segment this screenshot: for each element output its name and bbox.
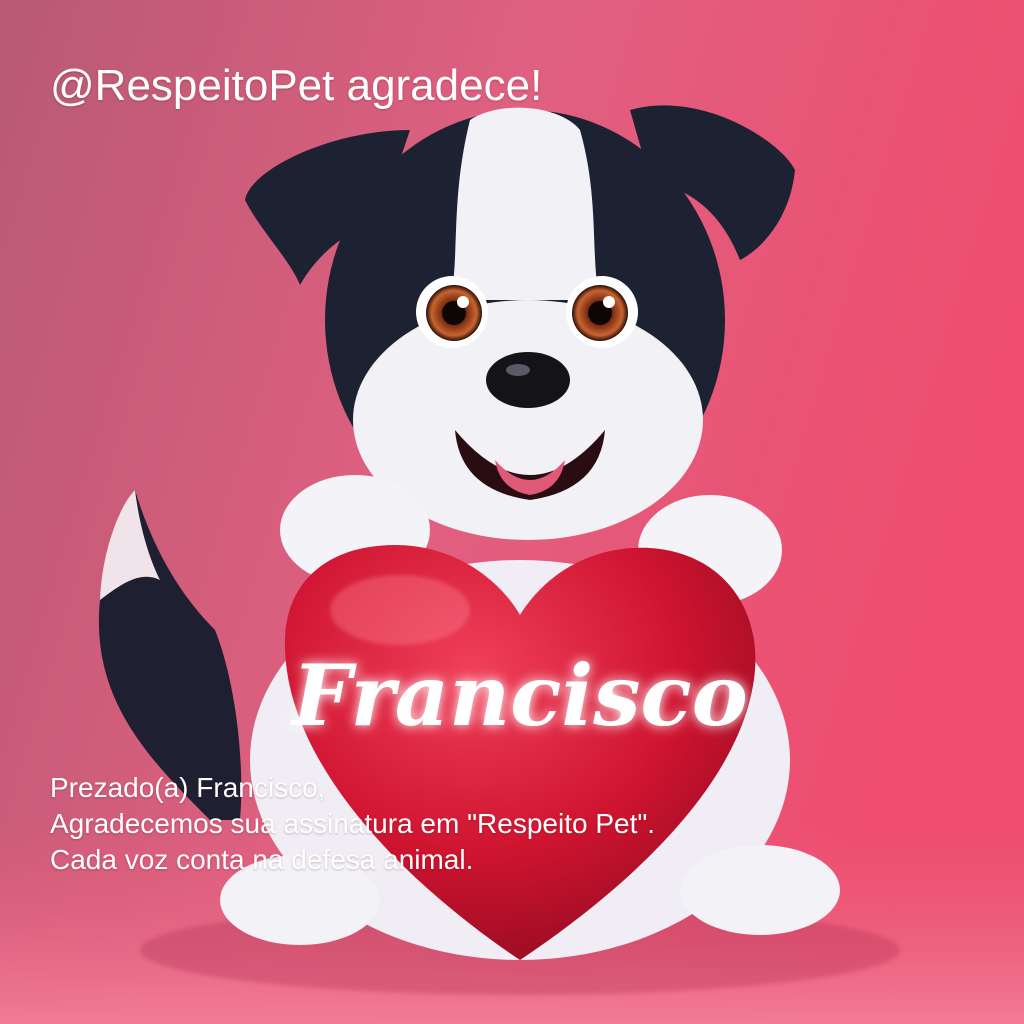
heart-name-label: Francisco	[290, 646, 747, 745]
right-paw	[680, 845, 840, 935]
thank-you-message: Prezado(a) Francisco, Agradecemos sua as…	[50, 770, 655, 878]
message-line-2: Cada voz conta na defesa animal.	[50, 844, 474, 875]
message-greeting: Prezado(a) Francisco,	[50, 772, 326, 803]
nose	[486, 352, 570, 408]
page-title: @RespeitoPet agradece!	[50, 61, 543, 110]
message-line-1: Agradecemos sua assinatura em "Respeito …	[50, 808, 656, 839]
